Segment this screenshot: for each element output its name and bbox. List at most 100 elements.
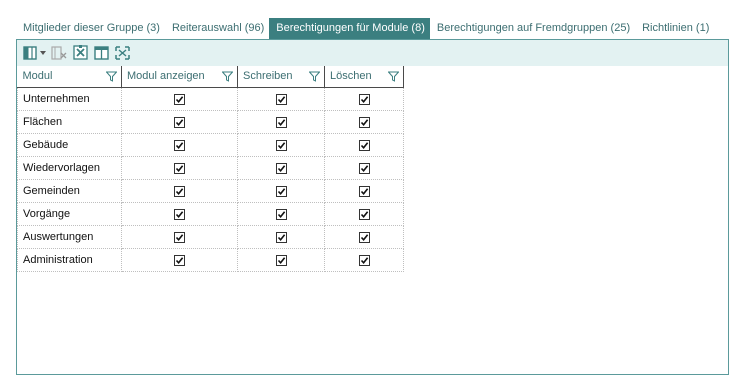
checkbox-schreiben[interactable] [275,116,287,128]
table-row[interactable]: Administration [17,248,404,272]
checkmark-icon [360,141,368,149]
module-name-cell: Vorgänge [17,202,122,226]
filter-icon[interactable] [106,71,117,82]
checkbox-schreiben[interactable] [275,254,287,266]
checkmark-icon [277,141,285,149]
permissions-grid: Modul Modul anzeigen Schreiben Löschen U… [17,66,404,272]
checkbox-modul-anzeigen[interactable] [174,139,185,151]
checkbox-modul-anzeigen[interactable] [174,162,185,174]
checkbox-loeschen[interactable] [358,208,370,220]
checkbox-cell [324,133,404,157]
column-header-loeschen[interactable]: Löschen [324,66,404,88]
column-chooser-button[interactable] [21,44,39,62]
checkmark-icon [360,95,368,103]
checkbox-loeschen[interactable] [358,116,370,128]
clear-filter-icon [51,45,67,60]
tab-bar: Mitglieder dieser Gruppe (3) Reiterauswa… [16,18,714,39]
table-row[interactable]: Auswertungen [17,225,404,249]
checkbox-modul-anzeigen[interactable] [174,116,185,128]
layout-icon [93,45,109,60]
checkbox-cell [237,87,325,111]
checkmark-icon [277,210,285,218]
filter-icon[interactable] [388,71,399,82]
checkbox-loeschen[interactable] [358,185,370,197]
checkbox-modul-anzeigen[interactable] [174,208,185,220]
column-header-label: Modul anzeigen [127,70,205,82]
table-row[interactable]: Flächen [17,110,404,134]
table-row[interactable]: Gemeinden [17,179,404,203]
chevron-down-icon [40,50,46,55]
tab-berechtigungen-fremdgruppen[interactable]: Berechtigungen auf Fremdgruppen (25) [430,18,635,39]
checkmark-icon [175,118,184,126]
module-name-cell: Wiedervorlagen [17,156,122,180]
checkmark-icon [277,164,285,172]
checkbox-cell [324,179,404,203]
table-row[interactable]: Unternehmen [17,87,404,111]
checkmark-icon [175,210,184,218]
checkbox-cell [237,179,325,203]
checkmark-icon [360,256,368,264]
filter-icon[interactable] [309,71,320,82]
checkbox-cell [324,202,404,226]
checkmark-icon [360,118,368,126]
layout-button[interactable] [92,44,110,62]
checkbox-schreiben[interactable] [275,93,287,105]
fit-columns-button[interactable] [113,44,131,62]
column-header-modul-anzeigen[interactable]: Modul anzeigen [121,66,238,88]
checkmark-icon [360,210,368,218]
table-row[interactable]: Wiedervorlagen [17,156,404,180]
filter-icon[interactable] [222,71,233,82]
column-header-schreiben[interactable]: Schreiben [237,66,325,88]
module-name-cell: Administration [17,248,122,272]
checkbox-cell [237,202,325,226]
module-name-cell: Flächen [17,110,122,134]
tab-reiterauswahl[interactable]: Reiterauswahl (96) [165,18,269,39]
checkbox-cell [121,133,238,157]
checkbox-cell [237,133,325,157]
checkbox-loeschen[interactable] [358,254,370,266]
module-name-cell: Auswertungen [17,225,122,249]
checkbox-schreiben[interactable] [275,208,287,220]
checkbox-cell [324,156,404,180]
clear-filter-button[interactable] [50,44,68,62]
checkbox-loeschen[interactable] [358,231,370,243]
module-name-cell: Gebäude [17,133,122,157]
checkbox-cell [121,179,238,203]
checkbox-modul-anzeigen[interactable] [174,231,185,243]
checkbox-loeschen[interactable] [358,139,370,151]
tab-berechtigungen-module[interactable]: Berechtigungen für Module (8) [269,18,430,39]
table-row[interactable]: Vorgänge [17,202,404,226]
checkbox-modul-anzeigen[interactable] [174,185,185,197]
checkbox-schreiben[interactable] [275,139,287,151]
checkbox-modul-anzeigen[interactable] [174,254,185,266]
tab-mitglieder[interactable]: Mitglieder dieser Gruppe (3) [16,18,165,39]
column-header-label: Löschen [330,70,372,82]
checkbox-loeschen[interactable] [358,162,370,174]
checkbox-cell [121,248,238,272]
checkbox-schreiben[interactable] [275,231,287,243]
checkmark-icon [175,141,184,149]
column-header-modul[interactable]: Modul [17,66,122,88]
checkmark-icon [360,164,368,172]
grid-body: Unternehmen Flächen Gebäude Wiedervorlagen G… [17,87,404,272]
column-chooser-icon [23,45,37,60]
checkbox-cell [237,156,325,180]
checkbox-cell [121,87,238,111]
app-window: Mitglieder dieser Gruppe (3) Reiterauswa… [0,0,744,391]
checkbox-cell [121,156,238,180]
checkbox-schreiben[interactable] [275,162,287,174]
checkbox-modul-anzeigen[interactable] [174,93,185,105]
checkbox-cell [324,225,404,249]
table-row[interactable]: Gebäude [17,133,404,157]
checkbox-cell [324,87,404,111]
tab-panel: Modul Modul anzeigen Schreiben Löschen U… [16,39,729,375]
tab-richtlinien[interactable]: Richtlinien (1) [635,18,714,39]
grid-toolbar [17,40,728,66]
column-chooser-dropdown[interactable] [39,44,47,62]
checkmark-icon [360,187,368,195]
checkbox-loeschen[interactable] [358,93,370,105]
checkbox-schreiben[interactable] [275,185,287,197]
checkmark-icon [175,256,184,264]
checkbox-cell [237,225,325,249]
export-excel-button[interactable] [71,44,89,62]
